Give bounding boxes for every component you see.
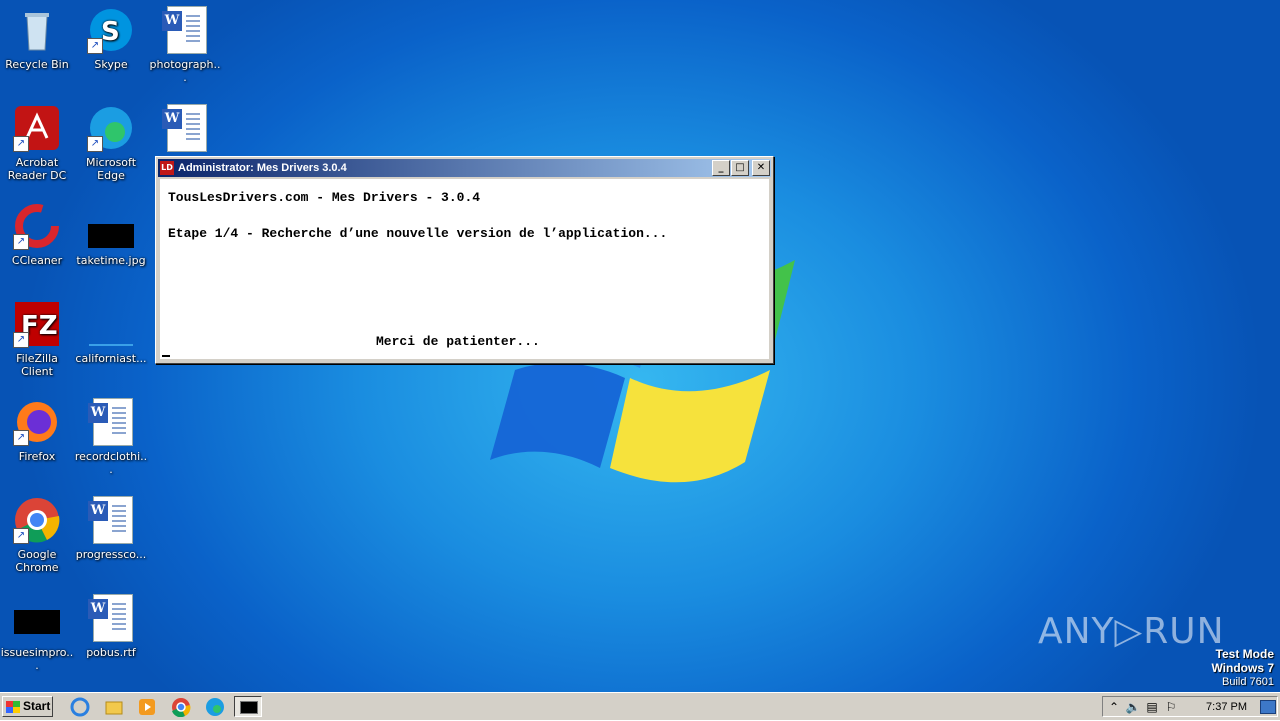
firefox-icon: ↗ [13,398,61,446]
shortcut-arrow-icon: ↗ [87,38,103,54]
shortcut-arrow-icon: ↗ [13,332,29,348]
start-button[interactable]: Start [2,696,53,717]
desktop-icon-recordclothi[interactable]: W recordclothi... [74,398,148,476]
desktop-icon-acrobat[interactable]: ↗ Acrobat Reader DC [0,104,74,182]
shortcut-arrow-icon: ↗ [13,528,29,544]
windows-version-line: Windows 7 [1211,661,1274,675]
icon-label: issuesimpro... [0,646,74,672]
show-hidden-icons-icon[interactable]: ⌃ [1106,700,1122,714]
word-document-icon: W [87,496,135,544]
volume-icon[interactable]: 🔈 [1125,700,1141,714]
icon-label: Recycle Bin [5,58,69,71]
filezilla-icon: FZ ↗ [13,300,61,348]
action-center-flag-icon[interactable]: ⚐ [1163,700,1179,714]
chrome-icon: ↗ [13,496,61,544]
desktop-icon-firefox[interactable]: ↗ Firefox [0,398,74,463]
internet-explorer-icon[interactable] [70,697,90,717]
icon-label: Google Chrome [15,548,59,574]
close-button[interactable]: ✕ [752,160,770,176]
build-line: Build 7601 [1222,676,1274,688]
start-label: Start [23,699,51,713]
console-line: Etape 1/4 - Recherche d’une nouvelle ver… [168,226,668,241]
desktop-icon-taketime[interactable]: taketime.jpg [74,202,148,267]
icon-label: Skype [94,58,128,71]
cmd-taskbar-button[interactable] [234,696,262,717]
blank-file-icon [87,300,135,348]
app-icon: LD [160,161,174,175]
icon-label: progressco... [75,548,147,561]
edge-icon[interactable] [205,697,225,717]
desktop: Recycle Bin ↗ Acrobat Reader DC ↗ CClean… [0,0,1280,692]
windows-flag-icon [6,700,20,713]
desktop-icon-chrome[interactable]: ↗ Google Chrome [0,496,74,574]
desktop-icon-edge[interactable]: ↗ Microsoft Edge [74,104,148,182]
shortcut-arrow-icon: ↗ [13,234,29,250]
console-window[interactable]: LD Administrator: Mes Drivers 3.0.4 _ □ … [155,156,774,364]
desktop-icon-filezilla[interactable]: FZ ↗ FileZilla Client [0,300,74,378]
network-icon[interactable]: ▤ [1144,700,1160,714]
skype-icon: S ↗ [87,6,135,54]
desktop-icon-recycle-bin[interactable]: Recycle Bin [0,6,74,71]
console-line: Merci de patienter... [376,334,540,349]
desktop-icon-progressco[interactable]: W progressco... [74,496,148,561]
ccleaner-icon: ↗ [13,202,61,250]
icon-label: californiast... [75,352,147,365]
word-document-icon: W [87,398,135,446]
shortcut-arrow-icon: ↗ [13,136,29,152]
svg-text:S: S [101,17,120,47]
title-bar[interactable]: LD Administrator: Mes Drivers 3.0.4 _ □ … [158,159,771,177]
desktop-icon-californiast[interactable]: californiast... [74,300,148,365]
desktop-icon-photograph[interactable]: W photograph... [148,6,222,84]
acrobat-reader-icon: ↗ [13,104,61,152]
test-mode-line: Test Mode [1215,647,1274,661]
shortcut-arrow-icon: ↗ [13,430,29,446]
taskbar: Start ⌃ 🔈 ▤ ⚐ 7:37 PM [0,692,1280,720]
icon-label: photograph... [149,58,221,84]
clock[interactable]: 7:37 PM [1206,701,1247,713]
console-output[interactable]: TousLesDrivers.com - Mes Drivers - 3.0.4… [160,179,769,359]
test-mode-notice: Test Mode Windows 7 Build 7601 [1211,647,1274,689]
word-document-icon: W [161,6,209,54]
desktop-icon-pobus[interactable]: W pobus.rtf [74,594,148,659]
icon-label: CCleaner [11,254,63,267]
icon-label: Microsoft Edge [85,156,137,182]
recycle-bin-icon [13,6,61,54]
shortcut-arrow-icon: ↗ [87,136,103,152]
minimize-button[interactable]: _ [712,160,730,176]
show-desktop-icon[interactable] [1260,700,1276,714]
edge-icon: ↗ [87,104,135,152]
desktop-icon-word-doc[interactable]: W [148,104,222,156]
text-cursor [162,355,170,357]
file-explorer-icon[interactable] [104,697,124,717]
cmd-icon [240,701,258,714]
image-file-icon [87,202,135,250]
icon-label: FileZilla Client [16,352,58,378]
window-title: Administrator: Mes Drivers 3.0.4 [178,162,347,174]
word-document-icon: W [87,594,135,642]
icon-label: Firefox [18,450,56,463]
media-player-icon[interactable] [137,697,157,717]
console-line: TousLesDrivers.com - Mes Drivers - 3.0.4 [168,190,481,205]
desktop-icon-skype[interactable]: S ↗ Skype [74,6,148,71]
black-image-file-icon [13,594,61,642]
desktop-icon-issuesimpro[interactable]: issuesimpro... [0,594,74,672]
maximize-button[interactable]: □ [731,160,749,176]
anyrun-watermark: ANY▷RUN [1038,611,1225,652]
chrome-icon[interactable] [171,697,191,718]
icon-label: taketime.jpg [76,254,146,267]
system-tray: ⌃ 🔈 ▤ ⚐ 7:37 PM [1102,696,1278,717]
desktop-icon-ccleaner[interactable]: ↗ CCleaner [0,202,74,267]
word-document-icon: W [161,104,209,152]
icon-label: recordclothi... [74,450,148,476]
icon-label: pobus.rtf [86,646,136,659]
icon-label: Acrobat Reader DC [7,156,67,182]
